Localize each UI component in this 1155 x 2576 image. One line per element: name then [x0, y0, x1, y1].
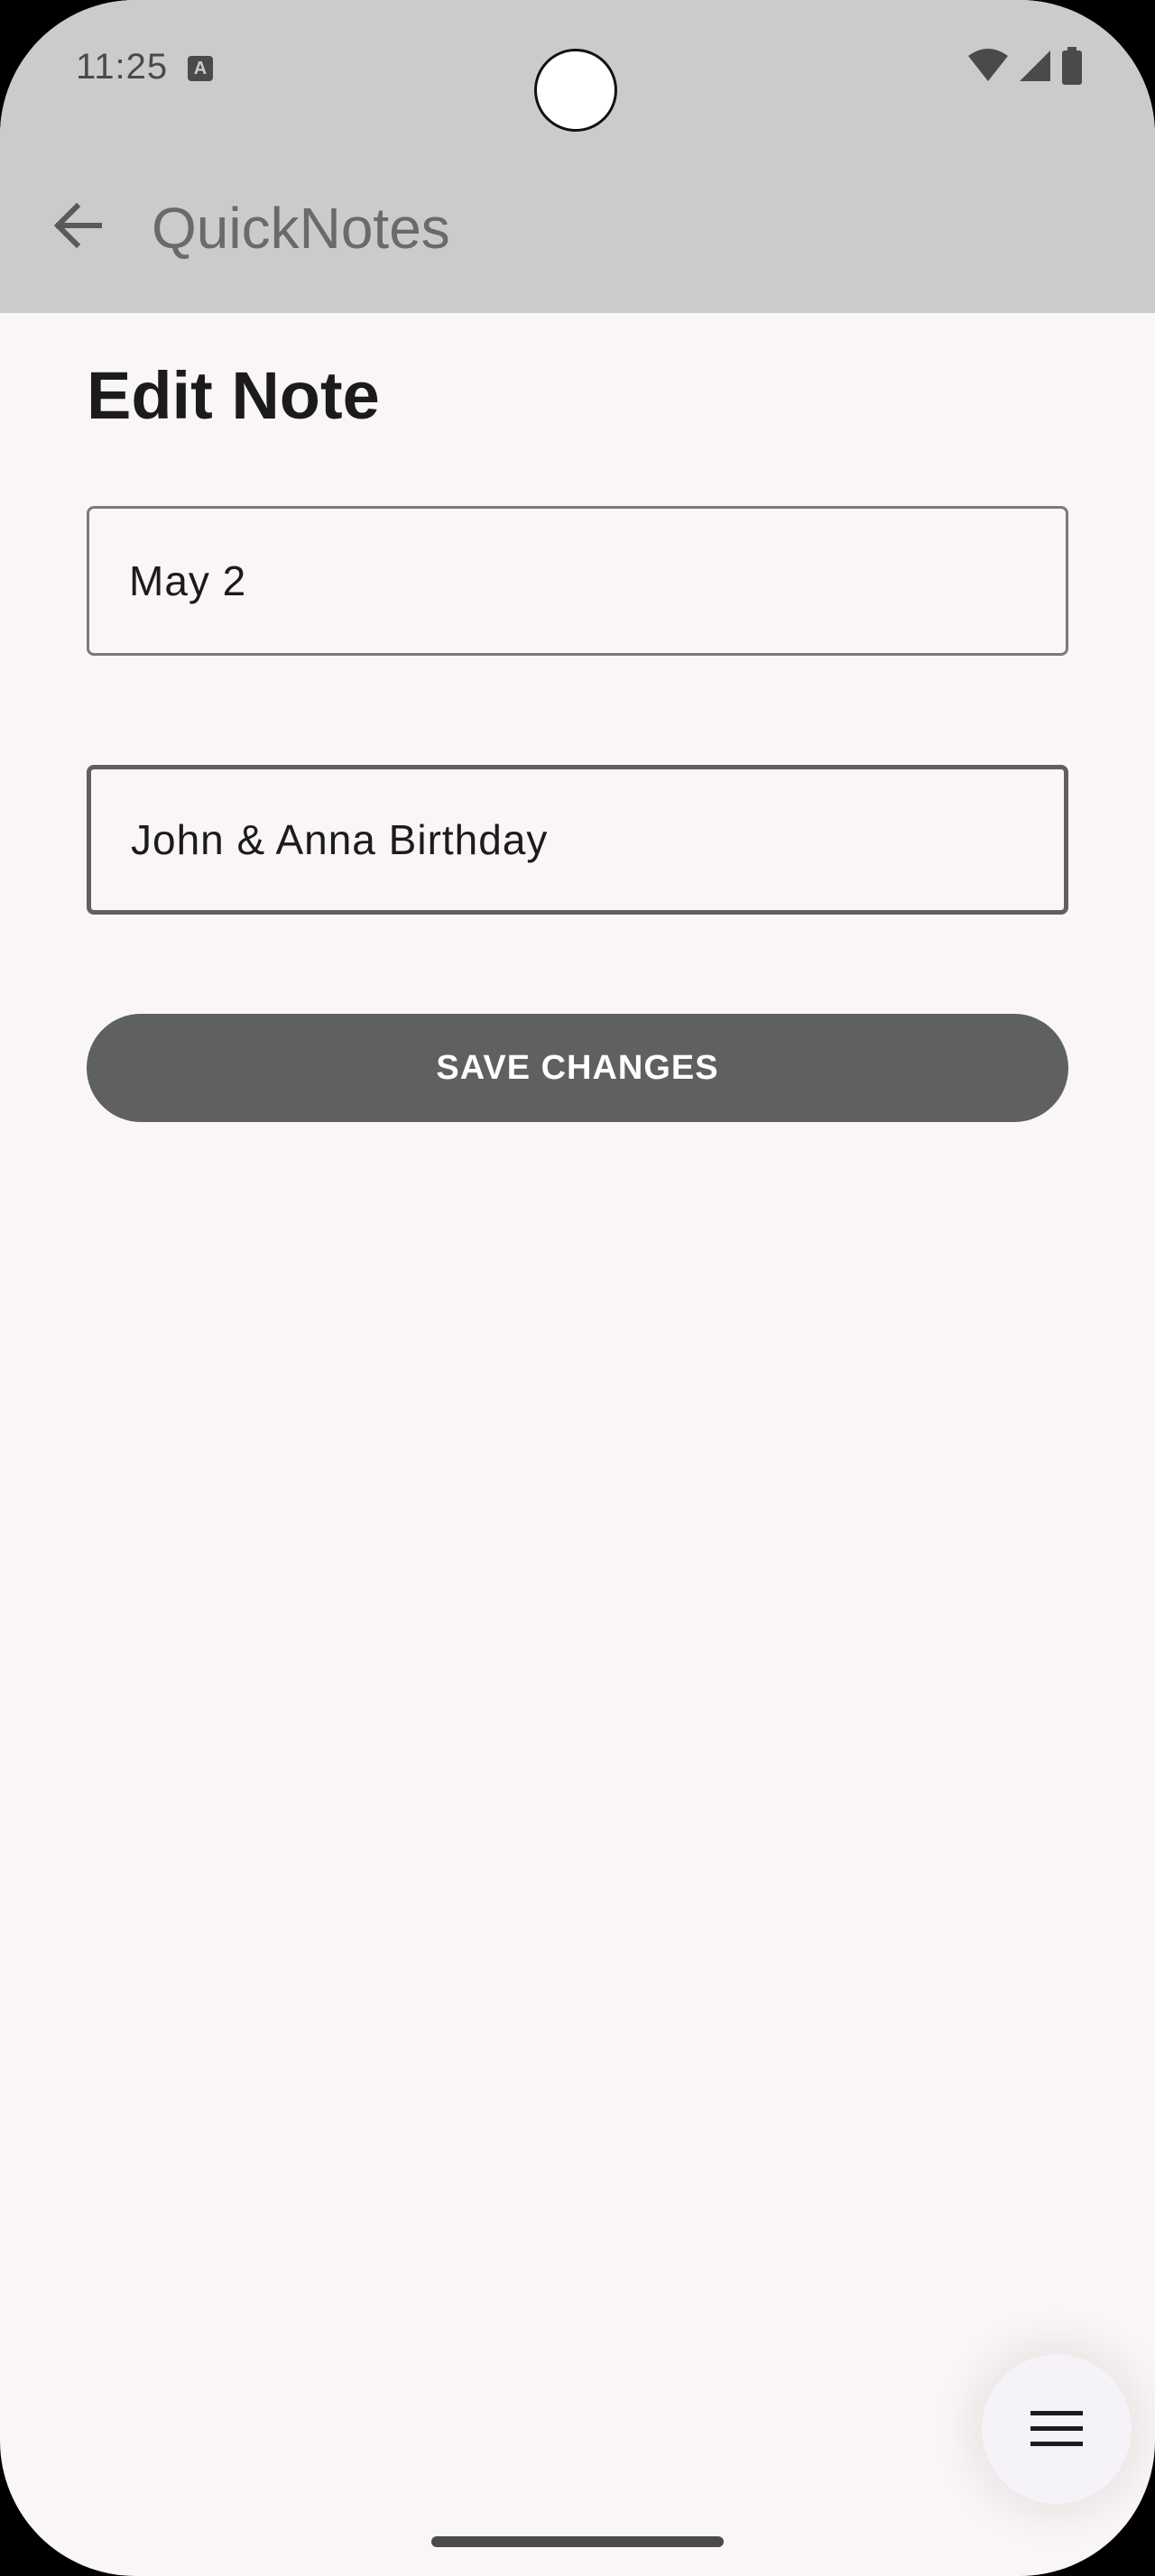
back-button[interactable]: [40, 188, 116, 263]
status-time: 11:25: [76, 47, 169, 87]
page-title: Edit Note: [87, 358, 380, 433]
camera-cutout: [534, 49, 617, 132]
a-icon: A: [188, 56, 213, 81]
menu-fab[interactable]: [982, 2354, 1132, 2504]
menu-icon: [1030, 2411, 1083, 2446]
battery-icon: [1062, 47, 1082, 85]
wifi-icon: [968, 49, 1008, 81]
device-screen: 11:25 A QuickNotes Edit Note SAVE CHANGE…: [0, 0, 1155, 2576]
title-field[interactable]: [87, 765, 1068, 915]
date-field[interactable]: [87, 506, 1068, 656]
save-changes-button[interactable]: SAVE CHANGES: [87, 1014, 1068, 1122]
top-bar: 11:25 A QuickNotes: [0, 0, 1155, 313]
app-title: QuickNotes: [152, 196, 450, 261]
home-indicator[interactable]: [431, 2536, 724, 2547]
status-icons: [967, 47, 1083, 85]
signal-icon: [1020, 51, 1050, 81]
arrow-back-icon: [53, 203, 102, 248]
